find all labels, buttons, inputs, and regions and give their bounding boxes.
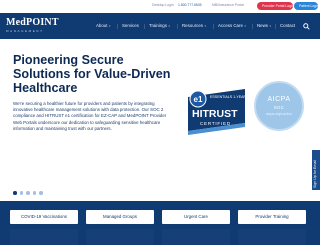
quick-links-strip: COVID-19 Vaccinations Managed Groups Urg… [0,201,320,245]
tile-placeholder [238,229,306,245]
tile-covid-vaccinations[interactable]: COVID-19 Vaccinations [10,210,78,224]
nav-divider [275,24,276,29]
phone-link[interactable]: 1.800.777.6545 [178,3,202,7]
provider-portal-button[interactable]: Provider Portal Login [257,2,294,10]
aicpa-bottom: aicpa.org/soc4so [266,112,292,116]
aicpa-top: AICPA [267,96,291,103]
side-tab-label: Sign Up for Email [313,160,317,188]
nav-contact[interactable]: Contact [280,20,295,32]
chevron-down-icon: ▾ [108,24,111,28]
search-icon [303,23,310,30]
search-button[interactable] [301,21,312,32]
hero-section: Pioneering Secure Solutions for Value-Dr… [0,39,320,201]
chevron-down-icon: ▾ [168,24,171,28]
hitrust-sub: CERTIFIED [200,121,231,126]
nav-label: About [96,23,108,28]
desktop-login-link[interactable]: Desktop Login [152,3,174,7]
carousel-dot[interactable] [19,191,23,195]
chevron-down-icon: ▾ [204,24,207,28]
aicpa-mid: SOC [273,105,285,110]
nav-label: News [257,23,268,28]
nav-trainings[interactable]: Trainings ▾ [149,20,170,32]
email-signup-tab[interactable]: Sign Up for Email [312,150,320,190]
utility-bar: Desktop Login 1.800.777.6545 MBI/Insuran… [0,0,320,13]
tile-provider-training[interactable]: Provider Training [238,210,306,224]
tile-placeholder [86,229,154,245]
nav-divider [213,24,214,29]
tile-placeholder [10,229,78,245]
carousel-dots [13,191,43,195]
insurance-portal-link[interactable]: MBI/Insurance Portal [212,3,244,7]
carousel-dot[interactable] [13,191,17,195]
nav-about[interactable]: About ▾ [96,20,111,32]
nav-news[interactable]: News ▾ [257,20,271,32]
hitrust-top: ESSENTIALS 1-YEAR [210,95,247,99]
hitrust-badge: e1 ESSENTIALS 1-YEAR HITRUST CERTIFIED [188,89,247,135]
chevron-down-icon: ▾ [244,24,246,28]
nav-divider [144,24,145,29]
nav-label: Trainings [149,23,167,28]
logo-name: MedPOINT [6,17,59,28]
hitrust-ribbon: e1 [194,95,203,104]
logo-tagline: MANAGEMENT [6,29,44,33]
nav-access-care[interactable]: Access Care ▾ [218,20,246,32]
nav-divider [117,24,118,29]
nav-label: Resources [182,23,203,28]
nav-resources[interactable]: Resources ▾ [182,20,206,32]
nav-divider [177,24,178,29]
nav-label: Contact [280,23,296,28]
logo[interactable]: MedPOINT MANAGEMENT [6,17,59,34]
hitrust-name: HITRUST [192,108,238,120]
chevron-down-icon: ▾ [269,24,272,28]
carousel-dot[interactable] [39,191,43,195]
carousel-dot[interactable] [32,191,36,195]
carousel-dot[interactable] [26,191,30,195]
hero-body: We're securing a healthier future for pr… [13,101,167,131]
patient-login-button[interactable]: Patient Login [294,2,319,10]
hero-title: Pioneering Secure Solutions for Value-Dr… [13,53,171,95]
nav-services[interactable]: Services [122,20,139,32]
tile-placeholder [162,229,230,245]
aicpa-soc-badge: AICPA SOC aicpa.org/soc4so [254,81,304,131]
nav-label: Services [122,23,139,28]
nav-divider [252,24,253,29]
nav-label: Access Care [218,23,243,28]
main-navbar: MedPOINT MANAGEMENT About ▾ Services Trai… [0,13,320,39]
tile-urgent-care[interactable]: Urgent Care [162,210,230,224]
tile-managed-groups[interactable]: Managed Groups [86,210,154,224]
